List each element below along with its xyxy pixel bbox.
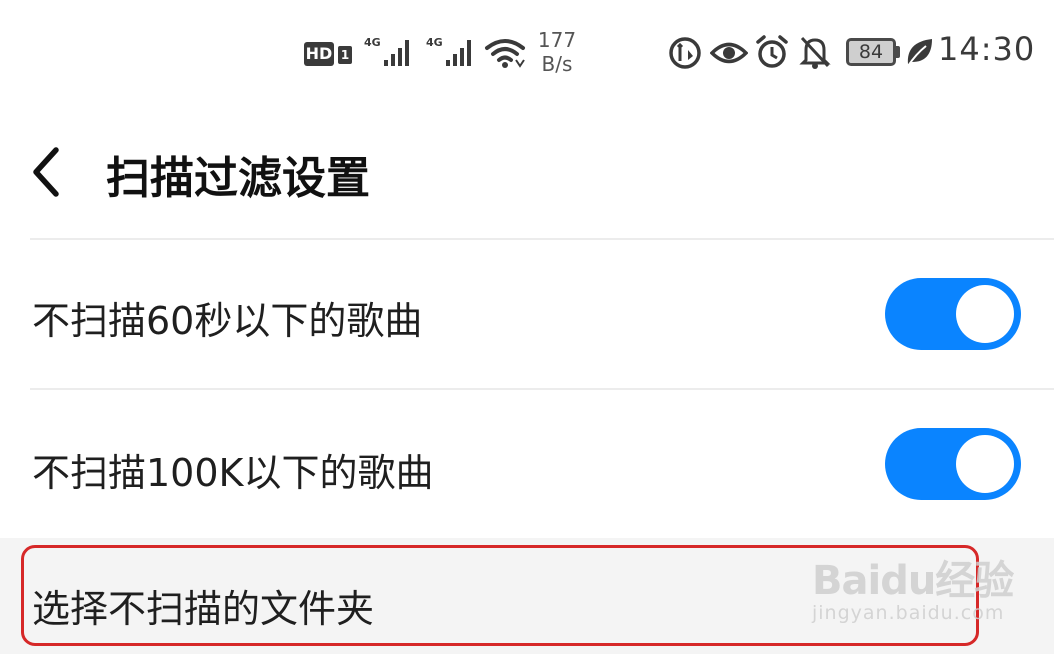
signal-icon — [426, 38, 478, 68]
hd-icon: HD — [304, 42, 334, 66]
baidu-watermark: Baidu经验 jingyan.baidu.com — [812, 548, 1014, 624]
bell-off-icon — [798, 34, 832, 70]
speed-unit: B/s — [541, 52, 573, 76]
page-title: 扫描过滤设置 — [106, 153, 370, 204]
network-speed: 177 B/s — [535, 28, 579, 76]
battery-level: 84 — [858, 41, 884, 63]
watermark-domain: jingyan.baidu.com — [812, 602, 1005, 624]
chevron-left-icon — [33, 147, 59, 197]
setting-label: 不扫描100K以下的歌曲 — [32, 451, 434, 495]
status-bar: HD 1 4G 4G 177 B/s 84 14:30 — [0, 0, 1054, 100]
toggle-knob — [956, 285, 1014, 343]
status-clock: 14:30 — [938, 30, 1036, 68]
leaf-icon — [904, 36, 934, 68]
hd-sim-badge: 1 — [338, 46, 352, 64]
setting-row-skip-small-songs[interactable]: 不扫描100K以下的歌曲 — [0, 390, 1054, 538]
setting-row-skip-short-songs[interactable]: 不扫描60秒以下的歌曲 — [0, 240, 1054, 388]
watermark-logo: Baidu经验 — [812, 558, 1014, 604]
page-header: 扫描过滤设置 — [0, 120, 1054, 238]
skip-small-songs-toggle[interactable] — [885, 428, 1021, 500]
signal-icon — [364, 38, 416, 68]
wifi-icon — [484, 36, 526, 70]
speed-value: 177 — [537, 28, 577, 52]
eye-comfort-icon — [710, 38, 748, 68]
alarm-icon — [754, 34, 790, 70]
data-saver-icon — [668, 36, 702, 70]
setting-label: 不扫描60秒以下的歌曲 — [32, 299, 423, 343]
toggle-knob — [956, 435, 1014, 493]
back-button[interactable] — [22, 142, 72, 202]
battery-icon: 84 — [846, 38, 896, 66]
battery-tip — [896, 46, 900, 58]
skip-short-songs-toggle[interactable] — [885, 278, 1021, 350]
